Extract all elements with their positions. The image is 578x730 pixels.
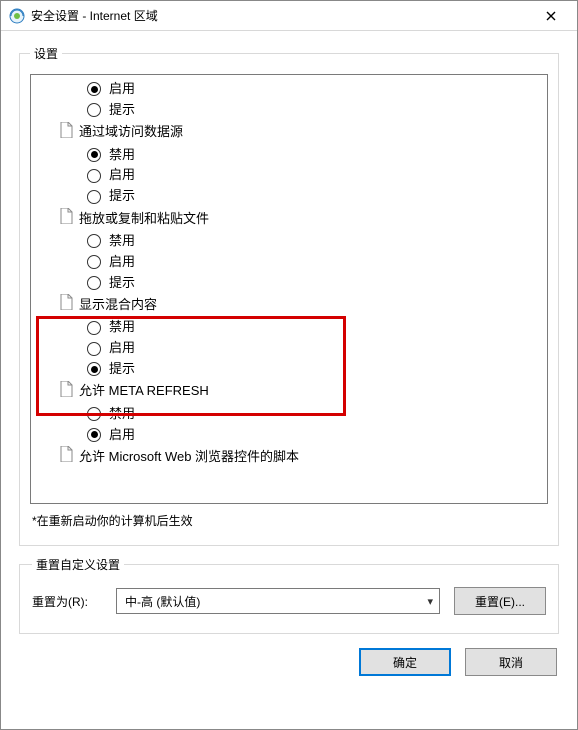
option-label: 禁用 [109, 318, 135, 337]
dialog-footer: 确定 取消 [19, 644, 559, 678]
ok-button[interactable]: 确定 [359, 648, 451, 676]
settings-option[interactable]: 启用 [35, 425, 547, 446]
radio-icon[interactable] [87, 321, 101, 335]
radio-icon[interactable] [87, 276, 101, 290]
ie-security-icon [9, 8, 25, 24]
option-label: 启用 [109, 166, 135, 185]
category-label: 允许 Microsoft Web 浏览器控件的脚本 [79, 448, 299, 467]
page-icon [59, 446, 73, 468]
radio-icon[interactable] [87, 342, 101, 356]
option-label: 启用 [109, 339, 135, 358]
settings-option[interactable]: 禁用 [35, 404, 547, 425]
radio-icon[interactable] [87, 190, 101, 204]
page-icon [59, 122, 73, 144]
option-label: 启用 [109, 253, 135, 272]
option-label: 禁用 [109, 405, 135, 424]
category-label: 允许 META REFRESH [79, 382, 209, 401]
reset-level-select[interactable]: 中-高 (默认值) ▾ [116, 588, 440, 614]
radio-icon[interactable] [87, 148, 101, 162]
reset-level-selected: 中-高 (默认值) [125, 593, 200, 610]
category-label: 拖放或复制和粘贴文件 [79, 210, 209, 229]
category-label: 显示混合内容 [79, 296, 157, 315]
settings-category: 允许 META REFRESH [35, 380, 547, 404]
category-label: 通过域访问数据源 [79, 123, 183, 142]
radio-icon[interactable] [87, 362, 101, 376]
settings-option[interactable]: 启用 [35, 252, 547, 273]
close-icon [546, 11, 556, 21]
settings-option[interactable]: 禁用 [35, 317, 547, 338]
settings-legend: 设置 [30, 45, 62, 62]
reset-row: 重置为(R): 中-高 (默认值) ▾ 重置(E)... [32, 587, 546, 615]
radio-icon[interactable] [87, 103, 101, 117]
option-label: 提示 [109, 274, 135, 293]
radio-icon[interactable] [87, 169, 101, 183]
page-icon [59, 294, 73, 316]
settings-option[interactable]: 禁用 [35, 231, 547, 252]
reset-legend: 重置自定义设置 [32, 556, 124, 573]
dialog-content: 设置 启用提示通过域访问数据源禁用启用提示拖放或复制和粘贴文件禁用启用提示显示混… [1, 31, 577, 729]
option-label: 启用 [109, 426, 135, 445]
settings-option[interactable]: 启用 [35, 165, 547, 186]
close-button[interactable] [533, 2, 569, 30]
option-label: 提示 [109, 187, 135, 206]
security-settings-dialog: 安全设置 - Internet 区域 设置 启用提示通过域访问数据源禁用启用提示… [0, 0, 578, 730]
reset-button[interactable]: 重置(E)... [454, 587, 546, 615]
settings-option[interactable]: 提示 [35, 273, 547, 294]
settings-option[interactable]: 提示 [35, 100, 547, 121]
radio-icon[interactable] [87, 255, 101, 269]
radio-icon[interactable] [87, 234, 101, 248]
page-icon [59, 381, 73, 403]
settings-option[interactable]: 提示 [35, 186, 547, 207]
radio-icon[interactable] [87, 428, 101, 442]
cancel-button[interactable]: 取消 [465, 648, 557, 676]
radio-icon[interactable] [87, 82, 101, 96]
settings-tree-container: 启用提示通过域访问数据源禁用启用提示拖放或复制和粘贴文件禁用启用提示显示混合内容… [30, 74, 548, 504]
option-label: 启用 [109, 80, 135, 99]
titlebar: 安全设置 - Internet 区域 [1, 1, 577, 31]
radio-icon[interactable] [87, 407, 101, 421]
settings-option[interactable]: 禁用 [35, 145, 547, 166]
settings-option[interactable]: 提示 [35, 359, 547, 380]
chevron-down-icon: ▾ [427, 595, 433, 608]
settings-tree[interactable]: 启用提示通过域访问数据源禁用启用提示拖放或复制和粘贴文件禁用启用提示显示混合内容… [30, 74, 548, 504]
reset-label: 重置为(R): [32, 593, 102, 610]
window-title: 安全设置 - Internet 区域 [31, 7, 533, 24]
reset-groupbox: 重置自定义设置 重置为(R): 中-高 (默认值) ▾ 重置(E)... [19, 556, 559, 634]
settings-option[interactable]: 启用 [35, 79, 547, 100]
settings-category: 允许 Microsoft Web 浏览器控件的脚本 [35, 445, 547, 469]
option-label: 提示 [109, 360, 135, 379]
option-label: 禁用 [109, 146, 135, 165]
page-icon [59, 208, 73, 230]
settings-groupbox: 设置 启用提示通过域访问数据源禁用启用提示拖放或复制和粘贴文件禁用启用提示显示混… [19, 45, 559, 546]
settings-option[interactable]: 启用 [35, 338, 547, 359]
option-label: 禁用 [109, 232, 135, 251]
restart-note: *在重新启动你的计算机后生效 [32, 512, 546, 529]
settings-category: 显示混合内容 [35, 293, 547, 317]
settings-category: 通过域访问数据源 [35, 121, 547, 145]
option-label: 提示 [109, 101, 135, 120]
settings-category: 拖放或复制和粘贴文件 [35, 207, 547, 231]
